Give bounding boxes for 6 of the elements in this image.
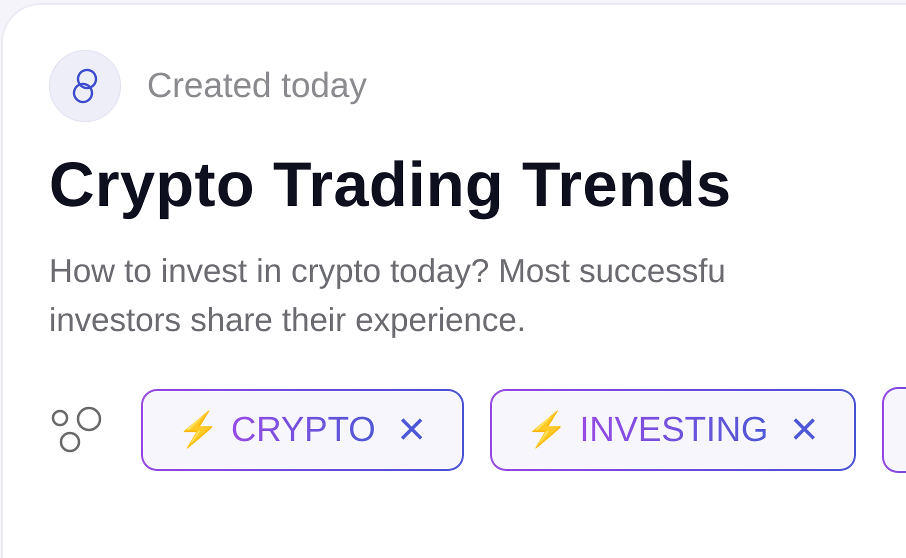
description-line: investors share their experience. — [49, 300, 526, 340]
tag-chip[interactable]: ⚡ CRYPTO × — [141, 388, 464, 471]
created-date: Created today — [147, 66, 367, 106]
card-title: Crypto Trading Trends — [49, 149, 733, 222]
tag-chip[interactable]: ⚡ INVESTING × — [490, 388, 856, 471]
description-line: How to invest in crypto today? Most successfu — [49, 250, 726, 291]
